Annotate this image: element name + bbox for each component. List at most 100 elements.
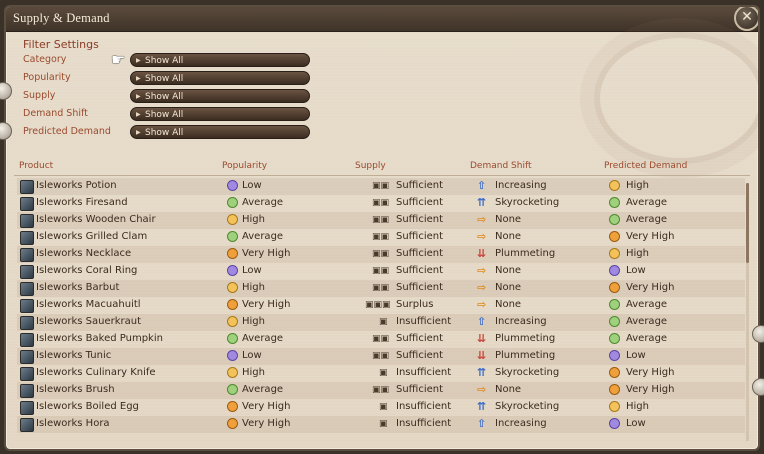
column-header-demand-shift[interactable]: Demand Shift	[470, 161, 531, 171]
product-name: Isleworks Grilled Clam	[36, 231, 148, 242]
supply-crate-icon: ▣	[379, 402, 388, 412]
demand-shift-value: Skyrocketing	[495, 197, 560, 208]
table-row[interactable]: Isleworks Grilled Clam Average ▣▣ Sufficien…	[17, 229, 745, 246]
popularity-value: High	[242, 282, 265, 293]
predicted-demand-value: Low	[626, 350, 646, 361]
filter-label-demand-shift: Demand Shift	[23, 108, 88, 119]
table-row[interactable]: Isleworks Baked Pumpkin Average ▣▣ Sufficie…	[17, 331, 745, 348]
popularity-value: Very High	[242, 299, 291, 310]
table-row[interactable]: Isleworks Wooden Chair High ▣▣ Sufficient ⇨ N…	[17, 212, 745, 229]
predicted-demand-value: High	[626, 401, 649, 412]
product-name: Isleworks Coral Ring	[36, 265, 138, 276]
filter-supply-dropdown[interactable]: Show All	[130, 89, 310, 104]
supply-value: Insufficient	[396, 418, 452, 429]
predicted-demand-face-icon	[609, 299, 620, 310]
demand-shift-arrow-icon: ⇊	[477, 332, 487, 345]
column-header-supply[interactable]: Supply	[355, 161, 386, 171]
table-row[interactable]: Isleworks Hora Very High ▣ Insufficient ⇧ Inc…	[17, 416, 745, 433]
scrollbar-thumb[interactable]	[746, 183, 749, 263]
table-row[interactable]: Isleworks Coral Ring Low ▣▣ Sufficient ⇨ None…	[17, 263, 745, 280]
popularity-value: Very High	[242, 418, 291, 429]
close-icon[interactable]: ✕	[734, 7, 758, 31]
supply-value: Sufficient	[396, 265, 444, 276]
popularity-face-icon	[227, 299, 238, 310]
popularity-face-icon	[227, 316, 238, 327]
supply-crate-icon: ▣▣▣	[365, 300, 391, 310]
table-row[interactable]: Isleworks Culinary Knife High ▣ Insufficien…	[17, 365, 745, 382]
orb-ornament-icon	[752, 325, 764, 343]
demand-shift-value: Increasing	[495, 316, 547, 327]
filter-label-supply: Supply	[23, 90, 56, 101]
supply-crate-icon: ▣	[379, 368, 388, 378]
table-row[interactable]: Isleworks Necklace Very High ▣▣ Sufficient ⇊…	[17, 246, 745, 263]
filter-label-category: Category	[23, 54, 67, 65]
popularity-face-icon	[227, 418, 238, 429]
product-item-icon	[20, 180, 34, 194]
product-item-icon	[20, 401, 34, 415]
popularity-value: Average	[242, 197, 284, 208]
predicted-demand-face-icon	[609, 418, 620, 429]
supply-value: Sufficient	[396, 214, 444, 225]
popularity-face-icon	[227, 231, 238, 242]
predicted-demand-face-icon	[609, 401, 620, 412]
popularity-face-icon	[227, 180, 238, 191]
supply-value: Sufficient	[396, 231, 444, 242]
supply-crate-icon: ▣▣	[372, 198, 390, 208]
table-row[interactable]: Isleworks Barbut High ▣▣ Sufficient ⇨ None Ver…	[17, 280, 745, 297]
column-header-product[interactable]: Product	[19, 161, 53, 171]
predicted-demand-value: Average	[626, 197, 668, 208]
predicted-demand-value: Very High	[626, 231, 675, 242]
hand-pointer-icon: ☛	[111, 50, 126, 69]
supply-value: Insufficient	[396, 401, 452, 412]
predicted-demand-value: Very High	[626, 367, 675, 378]
product-name: Isleworks Wooden Chair	[36, 214, 156, 225]
table-row[interactable]: Isleworks Brush Average ▣▣ Sufficient ⇨ None V…	[17, 382, 745, 399]
window-title: Supply & Demand	[13, 11, 110, 25]
predicted-demand-value: Average	[626, 214, 668, 225]
product-list[interactable]: Isleworks Potion Low ▣▣ Sufficient ⇧ Increasi…	[17, 178, 745, 444]
predicted-demand-face-icon	[609, 197, 620, 208]
title-bar[interactable]: Supply & Demand ✕	[6, 7, 758, 32]
predicted-demand-value: High	[626, 248, 649, 259]
filter-demand-shift-dropdown[interactable]: Show All	[130, 107, 310, 122]
table-row[interactable]: Isleworks Potion Low ▣▣ Sufficient ⇧ Increasi…	[17, 178, 745, 195]
popularity-value: Low	[242, 180, 262, 191]
table-row[interactable]: Isleworks Sauerkraut High ▣ Insufficient ⇧ In…	[17, 314, 745, 331]
product-name: Isleworks Hora	[36, 418, 110, 429]
filter-popularity-dropdown[interactable]: Show All	[130, 71, 310, 86]
demand-shift-arrow-icon: ⇨	[477, 213, 487, 226]
supply-value: Sufficient	[396, 282, 444, 293]
demand-shift-arrow-icon: ⇊	[477, 349, 487, 362]
filter-row-supply: Supply Show All	[23, 89, 323, 105]
demand-shift-value: Increasing	[495, 418, 547, 429]
demand-shift-arrow-icon: ⇈	[477, 366, 487, 379]
demand-shift-arrow-icon: ⇊	[477, 247, 487, 260]
column-header-popularity[interactable]: Popularity	[222, 161, 267, 171]
supply-crate-icon: ▣	[379, 419, 388, 429]
product-name: Isleworks Baked Pumpkin	[36, 333, 163, 344]
supply-value: Insufficient	[396, 367, 452, 378]
table-row[interactable]: Isleworks Tunic Low ▣▣ Sufficient ⇊ Plummetin…	[17, 348, 745, 365]
supply-crate-icon: ▣▣	[372, 351, 390, 361]
predicted-demand-value: Average	[626, 316, 668, 327]
predicted-demand-face-icon	[609, 214, 620, 225]
demand-shift-value: None	[495, 214, 522, 225]
popularity-face-icon	[227, 384, 238, 395]
demand-shift-arrow-icon: ⇈	[477, 196, 487, 209]
supply-value: Sufficient	[396, 333, 444, 344]
table-row[interactable]: Isleworks Boiled Egg Very High ▣ Insufficie…	[17, 399, 745, 416]
header-divider	[14, 175, 750, 176]
table-row[interactable]: Isleworks Firesand Average ▣▣ Sufficient ⇈ Sk…	[17, 195, 745, 212]
demand-shift-arrow-icon: ⇧	[477, 315, 487, 328]
demand-shift-arrow-icon: ⇈	[477, 400, 487, 413]
demand-shift-value: None	[495, 231, 522, 242]
product-name: Isleworks Macuahuitl	[36, 299, 141, 310]
column-header-predicted-demand[interactable]: Predicted Demand	[604, 161, 687, 171]
predicted-demand-value: Very High	[626, 282, 675, 293]
filter-category-dropdown[interactable]: Show All	[130, 53, 310, 68]
supply-crate-icon: ▣▣	[372, 249, 390, 259]
product-item-icon	[20, 333, 34, 347]
filter-row-demand-shift: Demand Shift Show All	[23, 107, 323, 123]
table-row[interactable]: Isleworks Macuahuitl Very High ▣▣▣ Surplus ⇨…	[17, 297, 745, 314]
filter-predicted-demand-dropdown[interactable]: Show All	[130, 125, 310, 140]
